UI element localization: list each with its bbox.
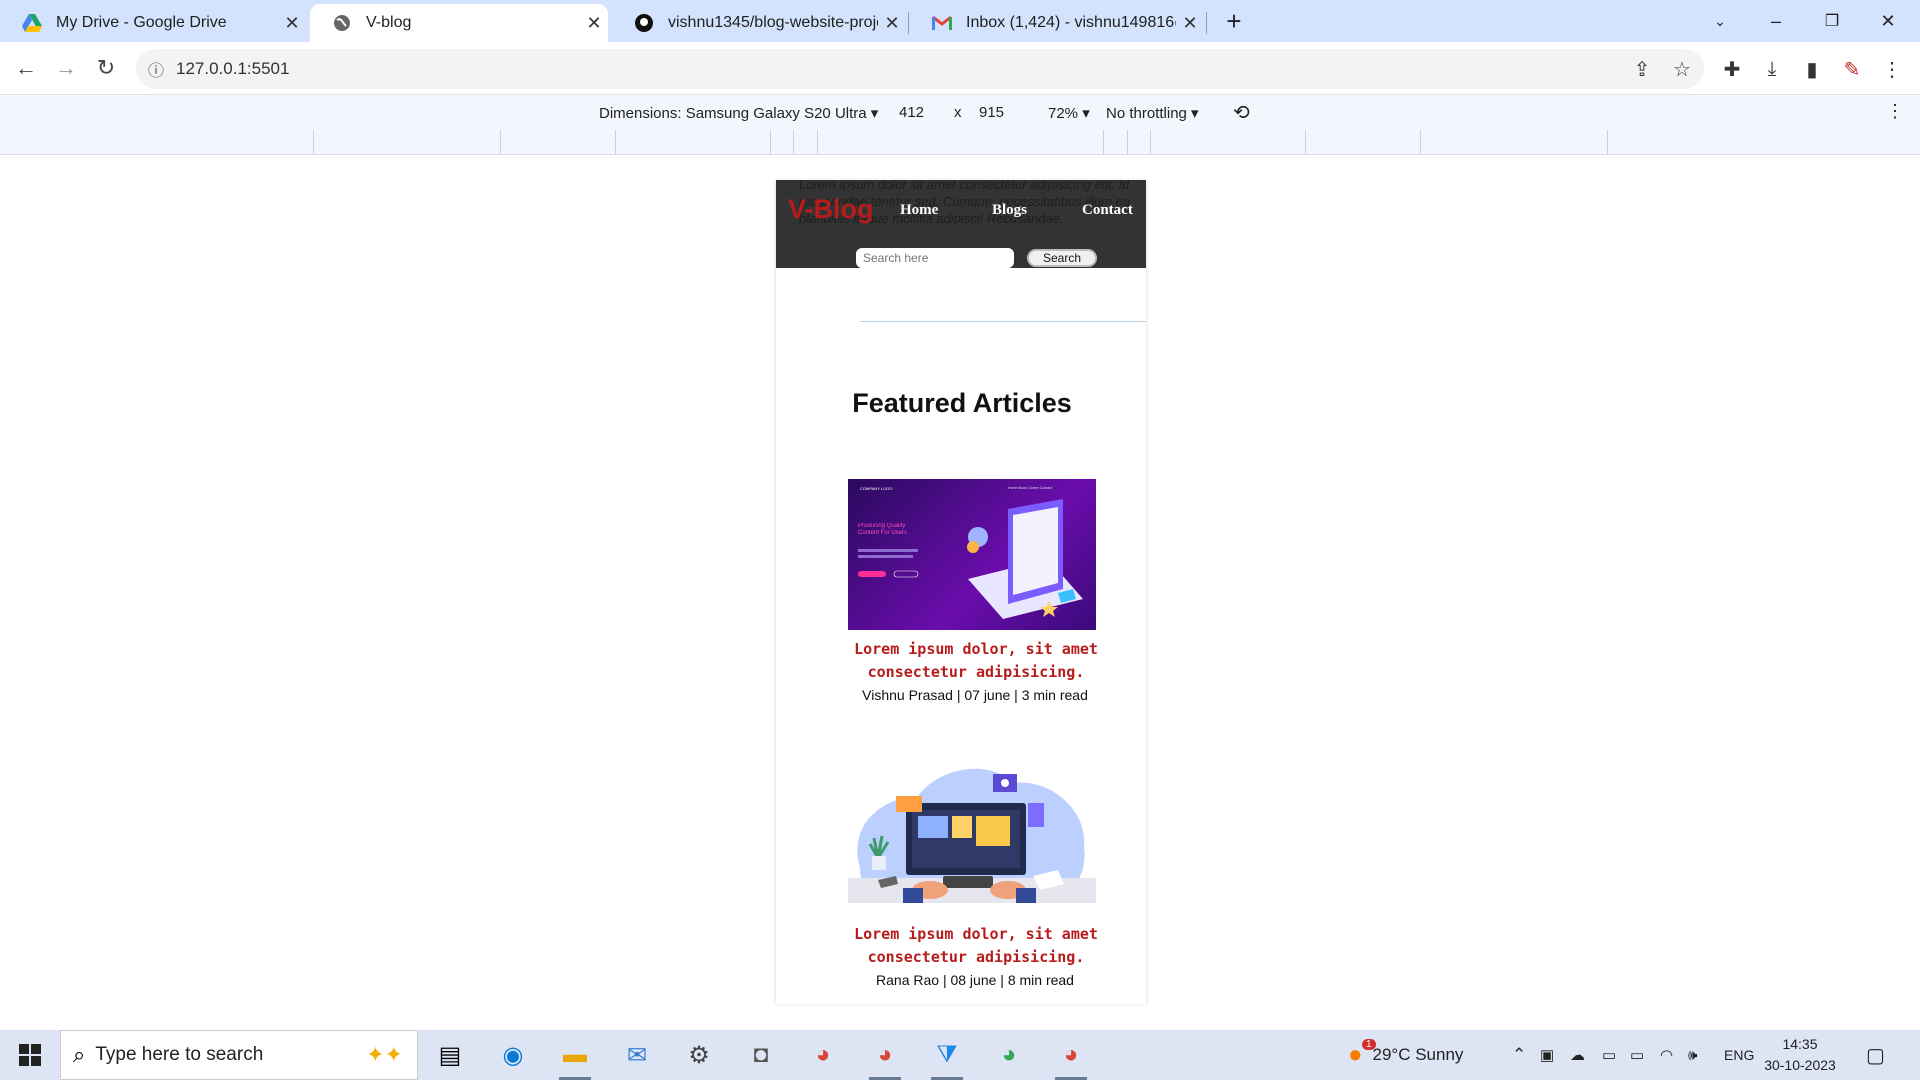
clock[interactable]: 14:35 30-10-2023 [1760,1034,1840,1076]
search-highlight-icon: ✦✦ [366,1042,403,1067]
thumbnail-nav-text: Home About Career Contact [1008,486,1052,490]
nav-home-link[interactable]: Home [900,202,938,219]
article-meta: Vishnu Prasad | 07 june | 3 min read [862,687,1088,703]
chrome-profile-2-icon[interactable]: ◕ [989,1038,1029,1072]
article-title[interactable]: Lorem ipsum dolor, sit amet consectetur … [816,923,1136,969]
throttling-select[interactable]: No throttling ▾ [1106,104,1199,122]
device-width-input[interactable]: 412 [899,104,924,121]
taskbar-search-placeholder: Type here to search [95,1044,264,1065]
site-info-icon[interactable]: ⓘ [136,57,176,81]
display-icon[interactable]: ▭ [1602,1030,1616,1080]
close-tab-icon[interactable]: ✕ [1176,13,1204,34]
nav-contact-link[interactable]: Contact [1082,202,1133,219]
close-tab-icon[interactable]: ✕ [580,13,608,34]
site-logo[interactable]: V-Blog [788,194,874,225]
site-header: Lorem ipsum dolor sit amet consectetur a… [776,180,1146,268]
search-input[interactable] [856,248,1014,268]
share-icon[interactable]: ⇪ [1624,49,1660,89]
language-indicator[interactable]: ENG [1724,1030,1754,1080]
chrome-profile-3-icon[interactable]: ◕ [1051,1038,1091,1080]
show-hidden-icons-chevron-icon[interactable]: ⌃ [1512,1030,1526,1080]
side-panel-icon[interactable]: ▮ [1794,49,1830,89]
restore-button[interactable]: ❐ [1804,0,1860,42]
tab-title: My Drive - Google Drive [56,14,227,31]
taskbar-search-box[interactable]: ⌕ Type here to search ✦✦ [60,1030,418,1080]
github-icon [634,13,654,33]
address-bar[interactable]: ⓘ 127.0.0.1:5501 [136,49,1704,89]
nav-blogs-link[interactable]: Blogs [992,202,1027,219]
close-tab-icon[interactable]: ✕ [878,13,906,34]
profile-avatar-icon[interactable]: ✎ [1834,49,1870,89]
sun-icon: ● 1 [1348,1039,1376,1069]
vscode-icon[interactable]: ⧩ [927,1038,967,1080]
bookmark-star-icon[interactable]: ☆ [1664,49,1700,89]
featured-articles-heading: Featured Articles [852,388,1072,418]
device-toolbar: Dimensions: Samsung Galaxy S20 Ultra ▾ 4… [0,94,1920,130]
mail-icon[interactable]: ✉ [617,1038,657,1072]
meet-now-icon[interactable]: ▣ [1540,1030,1554,1080]
wifi-icon[interactable]: ◠ [1660,1030,1673,1080]
edge-browser-icon[interactable]: ◉ [493,1038,533,1072]
minimize-button[interactable]: – [1748,0,1804,42]
download-icon[interactable]: ⤓ [1754,49,1790,89]
globe-icon [332,13,352,33]
task-view-icon[interactable]: ▤ [430,1038,470,1072]
weather-widget[interactable]: ● 1 29°C Sunny [1348,1030,1463,1080]
file-explorer-icon[interactable]: ▬ [555,1038,595,1080]
thumbnail-headline: Producing Quality Content For Users [858,523,908,536]
weather-badge: 1 [1362,1039,1376,1050]
tab-gmail[interactable]: Inbox (1,424) - vishnu149816@gmail.com ✕ [910,4,1208,42]
tab-google-drive[interactable]: My Drive - Google Drive ✕ [0,4,306,42]
article-meta: Rana Rao | 08 june | 8 min read [876,972,1074,988]
camera-icon[interactable]: ◘ [741,1038,781,1072]
clock-date: 30-10-2023 [1764,1057,1836,1073]
close-window-button[interactable]: ✕ [1860,0,1916,42]
google-drive-icon [22,13,42,33]
back-arrow-icon[interactable]: ← [8,50,44,86]
device-dimensions-select[interactable]: Dimensions: Samsung Galaxy S20 Ultra ▾ [599,104,878,122]
search-button[interactable]: Search [1027,249,1097,267]
notifications-icon[interactable]: ▢ [1866,1030,1885,1080]
more-options-icon[interactable]: ⋮ [1886,101,1904,122]
chrome-icon[interactable]: ◕ [803,1038,843,1072]
settings-gear-icon[interactable]: ⚙ [679,1038,719,1072]
gmail-icon [932,13,952,33]
forward-arrow-icon[interactable]: → [48,50,84,86]
article-thumbnail[interactable]: COMPANY LOGO Home About Career Contact P… [848,479,1096,630]
dimension-times-label: x [954,104,962,121]
tab-search-chevron-icon[interactable]: ⌄ [1692,0,1748,42]
onedrive-cloud-icon[interactable]: ☁ [1570,1030,1585,1080]
search-icon: ⌕ [73,1042,86,1067]
media-query-ruler [0,130,1920,155]
tab-title: V-blog [366,14,412,31]
extensions-puzzle-icon[interactable]: ✚ [1714,49,1750,89]
reload-icon[interactable]: ↻ [88,50,124,86]
rotate-device-icon[interactable]: ⟲ [1233,100,1250,125]
url-text: 127.0.0.1:5501 [176,59,290,78]
clock-time: 14:35 [1782,1036,1818,1052]
tab-v-blog[interactable]: V-blog ✕ [310,4,608,42]
battery-icon[interactable]: ▭ [1630,1030,1644,1080]
article-title[interactable]: Lorem ipsum dolor, sit amet consectetur … [816,638,1136,684]
weather-text: 29°C Sunny [1372,1045,1464,1064]
section-divider [860,321,1146,322]
close-tab-icon[interactable]: ✕ [278,13,306,34]
browser-tab-strip: My Drive - Google Drive ✕ V-blog ✕ vishn… [0,0,1920,42]
tab-title: vishnu1345/blog-website-project [668,14,878,31]
device-height-input[interactable]: 915 [979,104,1004,121]
article-thumbnail[interactable] [848,758,1096,903]
mobile-page: Lorem ipsum dolor sit amet consectetur a… [775,180,1147,1004]
thumbnail-logo-text: COMPANY LOGO [860,486,893,491]
chrome-profile-icon[interactable]: ◕ [865,1038,905,1080]
tab-github[interactable]: vishnu1345/blog-website-project ✕ [612,4,910,42]
volume-icon[interactable]: 🕪 [1688,1030,1697,1080]
tab-title: Inbox (1,424) - vishnu149816@gmail.com [966,14,1176,31]
chrome-menu-icon[interactable]: ⋮ [1874,49,1910,89]
zoom-select[interactable]: 72% ▾ [1048,104,1090,122]
windows-start-icon[interactable] [10,1038,50,1072]
new-tab-button[interactable]: + [1206,0,1262,42]
windows-taskbar: ⌕ Type here to search ✦✦ ▤ ◉ ▬ ✉ ⚙ ◘ ◕ ◕… [0,1030,1920,1080]
